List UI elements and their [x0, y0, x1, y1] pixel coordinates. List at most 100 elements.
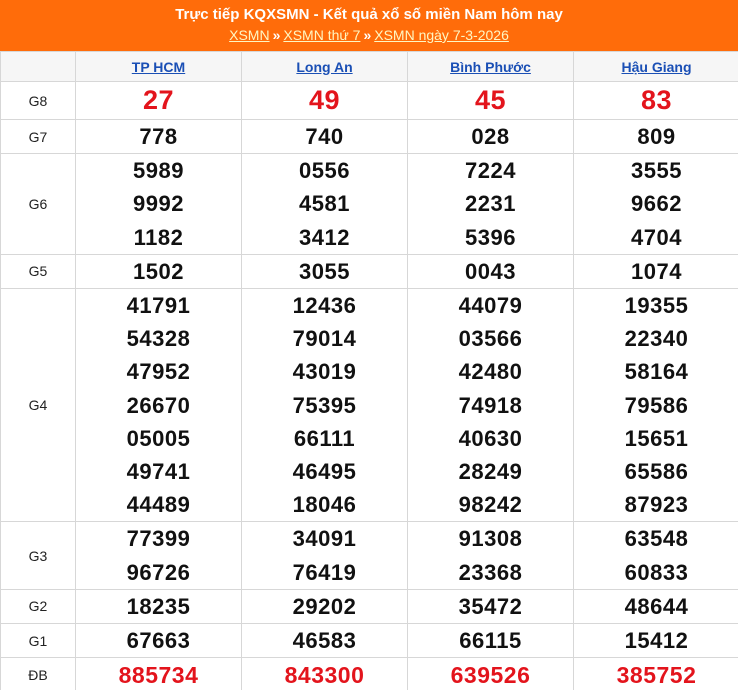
result-cell: 34091 76419: [241, 521, 408, 590]
result-number: 9662: [631, 191, 682, 217]
prize-row-g4: G4 41791 54328 47952 26670 05005 49741 44489 124…: [0, 288, 738, 523]
prize-label: G7: [0, 118, 76, 155]
result-cell: 028: [407, 118, 574, 155]
result-cell: 1502: [75, 253, 242, 290]
result-cell: 18235: [75, 588, 242, 625]
result-number: 9992: [133, 191, 184, 217]
result-number: 03566: [458, 326, 523, 352]
result-number: 75395: [292, 392, 357, 418]
result-number: 49741: [126, 459, 191, 485]
result-number: 63548: [624, 526, 689, 552]
result-cell: 3555 9662 4704: [573, 153, 738, 255]
province-header-cell: Long An: [241, 51, 408, 82]
result-number: 885734: [118, 662, 199, 689]
result-cell: 0556 4581 3412: [241, 153, 408, 255]
result-cell: 46583: [241, 623, 408, 659]
result-cell: 3055: [241, 253, 408, 290]
prize-row-g6: G6 5989 9992 1182 0556 4581 3412 7224 2231 5396 35…: [0, 153, 738, 255]
prize-row-g7: G7 778 740 028 809: [0, 118, 738, 155]
result-number: 3412: [299, 224, 350, 250]
prize-row-g2: G2 18235 29202 35472 48644: [0, 588, 738, 625]
page-title: Trực tiếp KQXSMN - Kết quả xổ số miền Na…: [175, 6, 563, 23]
result-number: 19355: [624, 293, 689, 319]
result-cell: 885734: [75, 657, 242, 690]
breadcrumb-separator: »: [363, 27, 372, 43]
result-cell: 1074: [573, 253, 738, 290]
result-cell: 639526: [407, 657, 574, 690]
result-cell: 15412: [573, 623, 738, 659]
breadcrumb-xsmn[interactable]: XSMN: [229, 27, 269, 43]
province-link-binh-phuoc[interactable]: Bình Phước: [450, 59, 531, 75]
result-cell: 843300: [241, 657, 408, 690]
result-number: 843300: [284, 662, 365, 689]
result-number: 43019: [292, 359, 357, 385]
result-number: 29202: [292, 593, 357, 619]
result-number: 778: [139, 124, 178, 149]
result-number: 54328: [126, 326, 191, 352]
result-number: 0556: [299, 158, 350, 184]
breadcrumb-separator: »: [272, 27, 281, 43]
result-number: 60833: [624, 559, 689, 585]
result-number: 2231: [465, 191, 516, 217]
result-number: 1182: [133, 224, 184, 250]
result-number: 23368: [458, 559, 523, 585]
result-number: 34091: [292, 526, 357, 552]
result-cell: 809: [573, 118, 738, 155]
result-number: 26670: [126, 392, 191, 418]
prize-row-db: ĐB 885734 843300 639526 385752: [0, 657, 738, 690]
prize-label: G8: [0, 81, 76, 120]
result-cell: 91308 23368: [407, 521, 574, 590]
result-cell: 66115: [407, 623, 574, 659]
result-number: 4581: [299, 191, 350, 217]
result-number: 15651: [624, 425, 689, 451]
result-cell: 0043: [407, 253, 574, 290]
province-link-tp-hcm[interactable]: TP HCM: [132, 59, 185, 75]
result-number: 15412: [624, 628, 689, 654]
prize-row-g1: G1 67663 46583 66115 15412: [0, 623, 738, 659]
result-number: 87923: [624, 492, 689, 518]
result-number: 22340: [624, 326, 689, 352]
province-link-long-an[interactable]: Long An: [296, 59, 352, 75]
result-number: 028: [471, 124, 510, 149]
result-number: 5396: [465, 224, 516, 250]
page-header: Trực tiếp KQXSMN - Kết quả xổ số miền Na…: [0, 0, 738, 51]
breadcrumb-xsmn-thu-7[interactable]: XSMN thứ 7: [283, 27, 360, 43]
result-cell: 385752: [573, 657, 738, 690]
result-number: 41791: [126, 293, 191, 319]
province-header-row: TP HCM Long An Bình Phước Hậu Giang: [0, 51, 738, 82]
result-cell: 41791 54328 47952 26670 05005 49741 44489: [75, 288, 242, 523]
result-cell: 778: [75, 118, 242, 155]
result-cell: 67663: [75, 623, 242, 659]
result-number: 48644: [624, 593, 689, 619]
result-cell: 77399 96726: [75, 521, 242, 590]
result-cell: 44079 03566 42480 74918 40630 28249 98242: [407, 288, 574, 523]
results-body: G8 27 49 45 83 G7 778 740 028 809 G6 5989 9992 1182 05…: [0, 81, 738, 690]
result-number: 3555: [631, 158, 682, 184]
result-number: 76419: [292, 559, 357, 585]
result-number: 79014: [292, 326, 357, 352]
breadcrumb-xsmn-date[interactable]: XSMN ngày 7-3-2026: [374, 27, 509, 43]
result-number: 5989: [133, 158, 184, 184]
results-table: TP HCM Long An Bình Phước Hậu Giang G8 27…: [0, 51, 738, 690]
result-cell: 83: [573, 81, 738, 120]
result-number: 639526: [450, 662, 531, 689]
result-number: 47952: [126, 359, 191, 385]
result-number: 1074: [631, 258, 682, 284]
result-number: 3055: [299, 258, 350, 284]
result-cell: 7224 2231 5396: [407, 153, 574, 255]
result-number: 66115: [459, 628, 522, 654]
prize-label: G1: [0, 623, 76, 659]
result-number: 28249: [458, 459, 523, 485]
result-number: 91308: [458, 526, 523, 552]
result-number: 77399: [126, 526, 191, 552]
result-number: 66111: [293, 425, 356, 451]
result-number: 44489: [126, 492, 191, 518]
result-cell: 49: [241, 81, 408, 120]
result-number: 05005: [126, 425, 191, 451]
result-number: 0043: [465, 258, 516, 284]
province-link-hau-giang[interactable]: Hậu Giang: [621, 59, 691, 75]
province-header-cell: Bình Phước: [407, 51, 574, 82]
result-number: 83: [640, 85, 673, 115]
result-cell: 29202: [241, 588, 408, 625]
result-cell: 45: [407, 81, 574, 120]
